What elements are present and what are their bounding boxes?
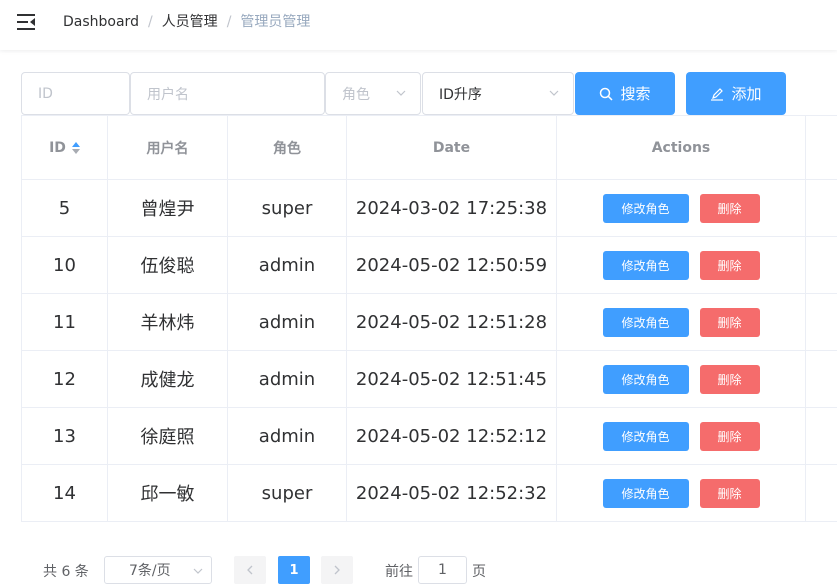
cell-username: 羊林炜 [108,294,228,350]
column-header-date: Date [347,116,557,179]
search-button[interactable]: 搜索 [575,72,675,115]
column-header-role: 角色 [228,116,347,179]
sort-caret-icon[interactable] [71,141,80,154]
chevron-right-icon [334,565,340,575]
column-header-username: 用户名 [108,116,228,179]
add-button[interactable]: 添加 [686,72,786,115]
table-row: 13 徐庭照 admin 2024-05-02 12:52:12 修改角色 删除 [21,408,837,465]
cell-date: 2024-05-02 12:52:32 [347,465,557,521]
table-row: 11 羊林炜 admin 2024-05-02 12:51:28 修改角色 删除 [21,294,837,351]
username-placeholder: 用户名 [147,86,189,103]
breadcrumb-admin-management: 管理员管理 [240,14,311,30]
chevron-down-icon [193,568,203,574]
cell-actions: 修改角色 删除 [557,408,806,464]
id-placeholder: ID [38,85,53,102]
cell-username: 邱一敏 [108,465,228,521]
cell-username: 曾煌尹 [108,180,228,236]
cell-role: admin [228,294,347,350]
delete-button[interactable]: 删除 [699,364,760,394]
column-header-id[interactable]: ID [21,116,108,179]
cell-actions: 修改角色 删除 [557,237,806,293]
delete-button[interactable]: 删除 [699,250,760,280]
edit-role-button[interactable]: 修改角色 [602,421,689,451]
table-row: 14 邱一敏 super 2024-05-02 12:52:32 修改角色 删除 [21,465,837,522]
page-size-select[interactable]: 7条/页 [104,556,212,584]
cell-date: 2024-05-02 12:50:59 [347,237,557,293]
admin-table: ID 用户名 角色 Date Actions 5 曾煌尹 super 2024-… [21,115,837,522]
cell-username: 成健龙 [108,351,228,407]
cell-id: 14 [21,465,108,521]
id-input[interactable]: ID [21,72,130,115]
page-number-1[interactable]: 1 [278,556,310,584]
add-button-label: 添加 [731,85,762,103]
cell-date: 2024-05-02 12:52:12 [347,408,557,464]
delete-button[interactable]: 删除 [699,478,760,508]
cell-id: 5 [21,180,108,236]
sort-select[interactable]: ID升序 [422,72,574,115]
chevron-left-icon [247,565,253,575]
cell-date: 2024-03-02 17:25:38 [347,180,557,236]
menu-fold-icon[interactable] [17,14,35,30]
table-row: 10 伍俊聪 admin 2024-05-02 12:50:59 修改角色 删除 [21,237,837,294]
delete-button[interactable]: 删除 [699,421,760,451]
edit-role-button[interactable]: 修改角色 [602,364,689,394]
cell-date: 2024-05-02 12:51:28 [347,294,557,350]
username-input[interactable]: 用户名 [130,72,325,115]
table-row: 12 成健龙 admin 2024-05-02 12:51:45 修改角色 删除 [21,351,837,408]
page-size-value: 7条/页 [129,563,171,579]
prev-page-button[interactable] [234,556,266,584]
cell-actions: 修改角色 删除 [557,180,806,236]
goto-prefix: 前往 [385,564,413,580]
edit-role-button[interactable]: 修改角色 [602,307,689,337]
column-header-id-label: ID [49,139,66,156]
cell-actions: 修改角色 删除 [557,294,806,350]
cell-id: 11 [21,294,108,350]
column-header-actions: Actions [557,116,806,179]
sort-value: ID升序 [439,86,482,103]
pagination-total: 共 6 条 [43,564,89,580]
edit-role-button[interactable]: 修改角色 [602,193,689,223]
goto-page-input[interactable]: 1 [418,556,467,584]
cell-date: 2024-05-02 12:51:45 [347,351,557,407]
delete-button[interactable]: 删除 [699,307,760,337]
breadcrumb-separator: / [147,14,153,30]
top-navbar: Dashboard / 人员管理 / 管理员管理 [0,0,837,50]
next-page-button[interactable] [321,556,353,584]
cell-actions: 修改角色 删除 [557,351,806,407]
chevron-down-icon [396,90,406,96]
cell-id: 13 [21,408,108,464]
delete-button[interactable]: 删除 [699,193,760,223]
table-header-row: ID 用户名 角色 Date Actions [21,116,837,180]
search-button-label: 搜索 [620,85,651,103]
cell-username: 徐庭照 [108,408,228,464]
cell-actions: 修改角色 删除 [557,465,806,521]
breadcrumb-separator: / [226,14,232,30]
edit-role-button[interactable]: 修改角色 [602,478,689,508]
breadcrumb-personnel[interactable]: 人员管理 [162,13,218,31]
edit-icon [711,87,724,101]
chevron-down-icon [549,90,559,96]
breadcrumb-dashboard[interactable]: Dashboard [63,13,139,31]
breadcrumb: Dashboard / 人员管理 / 管理员管理 [63,13,310,31]
goto-suffix: 页 [472,564,486,580]
role-placeholder: 角色 [342,86,370,103]
cell-role: admin [228,408,347,464]
cell-role: super [228,465,347,521]
cell-id: 12 [21,351,108,407]
edit-role-button[interactable]: 修改角色 [602,250,689,280]
table-row: 5 曾煌尹 super 2024-03-02 17:25:38 修改角色 删除 [21,180,837,237]
search-icon [600,87,614,101]
cell-role: admin [228,351,347,407]
cell-id: 10 [21,237,108,293]
role-select[interactable]: 角色 [325,72,421,115]
cell-role: super [228,180,347,236]
cell-role: admin [228,237,347,293]
cell-username: 伍俊聪 [108,237,228,293]
